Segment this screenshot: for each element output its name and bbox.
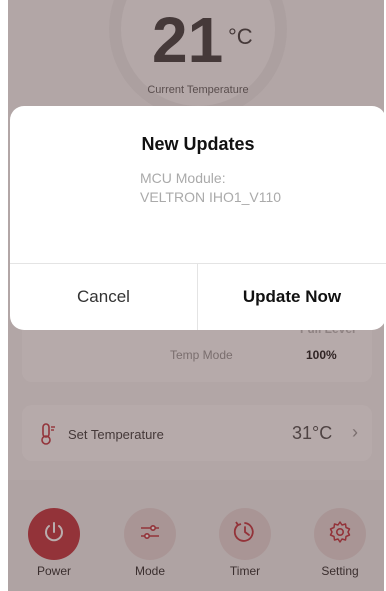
dialog-message-line2: VELTRON IHO1_V110	[140, 189, 282, 205]
update-now-button[interactable]: Update Now	[198, 264, 386, 330]
cancel-button[interactable]: Cancel	[10, 264, 197, 330]
dialog-message-line1: MCU Module:	[140, 170, 226, 186]
dialog-message: MCU Module: VELTRON IHO1_V110	[140, 169, 360, 207]
dialog-title: New Updates	[141, 134, 255, 154]
update-dialog: New Updates MCU Module: VELTRON IHO1_V11…	[10, 106, 386, 330]
